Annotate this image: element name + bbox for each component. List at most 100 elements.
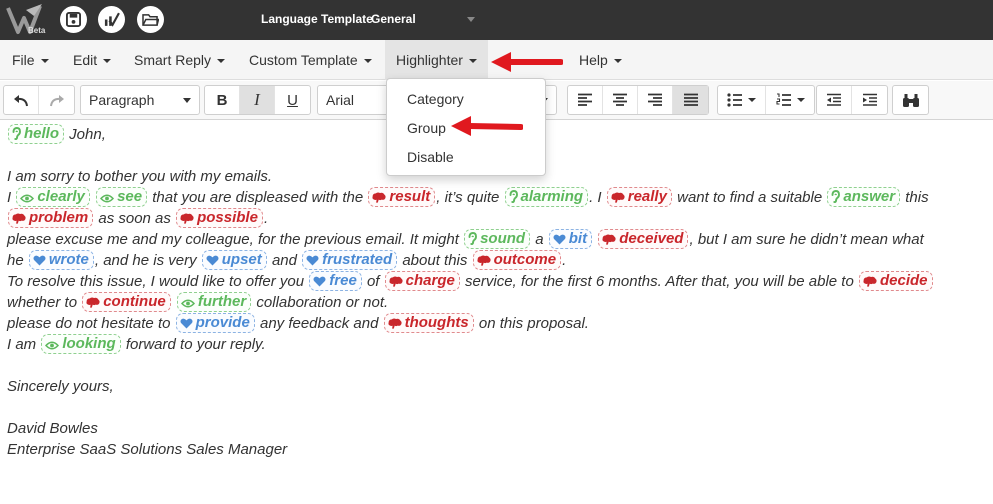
highlight-tag[interactable]: result: [368, 187, 436, 207]
align-justify-button[interactable]: [673, 86, 708, 114]
email-line: please excuse me and my colleague, for t…: [7, 229, 991, 250]
align-center-icon: [613, 93, 627, 106]
highlight-tag[interactable]: free: [309, 271, 362, 291]
highlight-word: further: [197, 293, 247, 310]
eye-icon: [45, 335, 62, 352]
highlight-tag[interactable]: provide: [175, 313, 255, 333]
chart-check-icon: [104, 12, 120, 27]
bullet-list-button[interactable]: [718, 86, 766, 114]
highlighter-option-disable[interactable]: Disable: [387, 143, 545, 172]
align-right-button[interactable]: [638, 86, 673, 114]
block-format-select[interactable]: Paragraph: [80, 85, 200, 115]
open-button[interactable]: [137, 6, 164, 33]
undo-button[interactable]: [4, 86, 39, 114]
highlight-tag[interactable]: outcome: [472, 250, 562, 270]
outdent-button[interactable]: [817, 86, 852, 114]
menu-smart-reply[interactable]: Smart Reply: [123, 40, 236, 80]
highlight-tag[interactable]: further: [176, 292, 252, 312]
highlight-tag[interactable]: see: [96, 187, 148, 207]
email-text: want to find a suitable: [672, 189, 827, 206]
highlighter-option-category[interactable]: Category: [387, 85, 545, 114]
menu-edit[interactable]: Edit: [62, 40, 122, 80]
align-right-icon: [648, 93, 662, 106]
underline-icon: U: [287, 91, 298, 109]
heart-icon: [206, 251, 222, 268]
bold-button[interactable]: B: [205, 86, 240, 114]
highlight-tag[interactable]: frustrated: [302, 250, 398, 270]
highlight-tag[interactable]: upset: [201, 250, 267, 270]
highlight-tag[interactable]: wrote: [28, 250, 94, 270]
brain-icon: [86, 293, 103, 310]
template-select-caret-icon[interactable]: [467, 17, 475, 22]
chevron-down-icon: [613, 59, 622, 64]
highlight-word: free: [329, 272, 357, 289]
highlight-word: result: [389, 188, 431, 205]
align-left-button[interactable]: [568, 86, 603, 114]
highlight-tag[interactable]: really: [606, 187, 672, 207]
format-group: B I U: [204, 85, 311, 115]
brain-icon: [180, 209, 197, 226]
highlight-tag[interactable]: hello: [8, 124, 65, 144]
save-button[interactable]: [60, 6, 87, 33]
brain-icon: [863, 272, 880, 289]
email-text: please do not hesitate to: [7, 315, 175, 332]
find-button[interactable]: [893, 86, 928, 114]
highlight-tag[interactable]: looking: [41, 334, 121, 354]
ear-icon: [468, 230, 480, 247]
chevron-down-icon: [103, 59, 112, 64]
highlight-word: charge: [405, 272, 455, 289]
highlight-tag[interactable]: possible: [176, 208, 263, 228]
highlight-tag[interactable]: problem: [8, 208, 94, 228]
email-text: about this: [398, 252, 472, 269]
menu-file[interactable]: File: [1, 40, 60, 80]
highlight-word: see: [117, 188, 143, 205]
menu-highlighter[interactable]: Highlighter: [385, 40, 488, 80]
template-select[interactable]: General: [371, 12, 481, 26]
email-text: . I: [589, 189, 606, 206]
email-line: he wrote , and he is very upset and frust…: [7, 250, 991, 271]
font-family-value: Arial: [326, 92, 355, 108]
highlight-tag[interactable]: thoughts: [383, 313, 474, 333]
eye-icon: [20, 188, 37, 205]
email-text: any feedback and: [255, 315, 383, 332]
chevron-down-icon: [468, 59, 477, 64]
email-line: problem as soon as possible.: [7, 208, 991, 229]
outdent-icon: [827, 93, 841, 106]
underline-button[interactable]: U: [275, 86, 310, 114]
email-text: whether to: [7, 294, 82, 311]
highlight-tag[interactable]: charge: [384, 271, 460, 291]
align-group: [567, 85, 709, 115]
menu-custom-template[interactable]: Custom Template: [238, 40, 383, 80]
highlight-word: really: [627, 188, 667, 205]
brain-icon: [602, 230, 619, 247]
chevron-down-icon: [363, 59, 372, 64]
email-text: , but I am sure he didn’t mean what: [689, 231, 924, 248]
italic-button[interactable]: I: [240, 86, 275, 114]
analyze-button[interactable]: [98, 6, 125, 33]
menu-help-label: Help: [579, 52, 608, 68]
email-blank-line: [7, 355, 991, 376]
highlight-tag[interactable]: decide: [858, 271, 933, 291]
heart-icon: [553, 230, 569, 247]
indent-button[interactable]: [852, 86, 887, 114]
email-text: [172, 294, 176, 311]
email-text: , and he is very: [94, 252, 201, 269]
highlight-tag[interactable]: alarming: [504, 187, 589, 207]
highlight-tag[interactable]: clearly: [16, 187, 90, 207]
beta-badge: Beta: [28, 26, 46, 35]
highlight-tag[interactable]: continue: [82, 292, 171, 312]
highlight-tag[interactable]: answer: [827, 187, 901, 207]
list-group: [717, 85, 815, 115]
redo-button[interactable]: [39, 86, 74, 114]
highlight-word: outcome: [493, 251, 557, 268]
highlight-tag[interactable]: deceived: [598, 229, 689, 249]
annotation-arrow-icon: [451, 116, 523, 136]
email-text: , it’s quite: [436, 189, 504, 206]
app-logo[interactable]: Beta: [4, 2, 50, 38]
numbered-list-button[interactable]: [766, 86, 814, 114]
email-line: David Bowles: [7, 418, 991, 439]
align-center-button[interactable]: [603, 86, 638, 114]
menu-help[interactable]: Help: [568, 40, 633, 80]
highlight-tag[interactable]: sound: [464, 229, 531, 249]
highlight-tag[interactable]: bit: [548, 229, 593, 249]
